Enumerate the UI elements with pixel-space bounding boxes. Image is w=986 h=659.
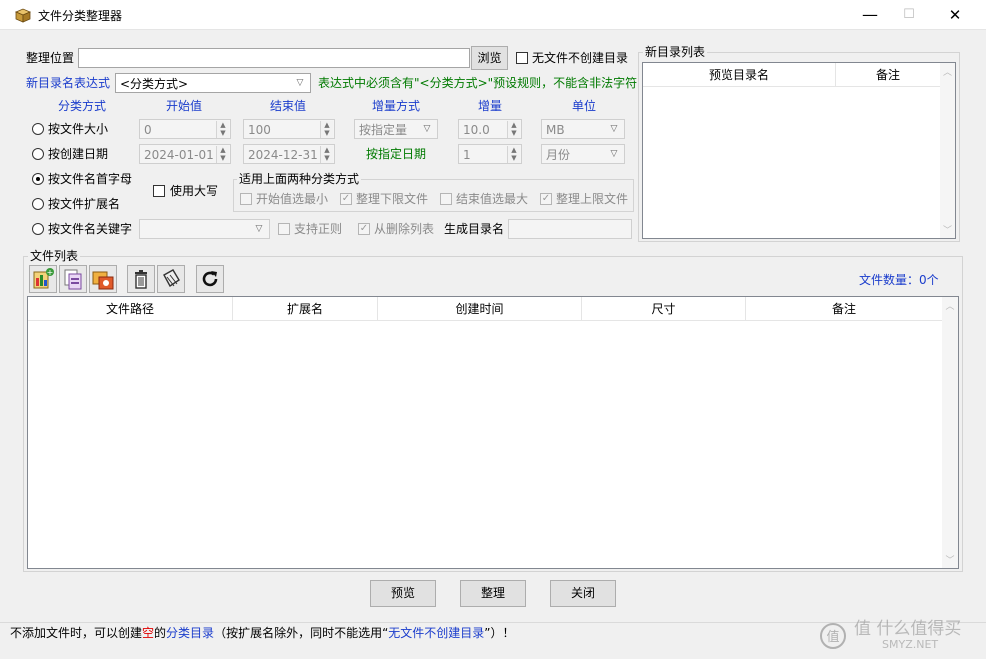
preview-button[interactable]: 预览 (370, 580, 436, 607)
size-unit-select[interactable]: MB ▽ (541, 119, 625, 139)
no-create-checkbox[interactable] (516, 52, 528, 64)
radio-size-label: 按文件大小 (48, 122, 109, 136)
new-dirs-list[interactable]: 预览目录名 备注 ︿ ﹀ (642, 62, 956, 239)
header-inc-mode: 增量方式 (372, 99, 421, 113)
start-min-checkbox[interactable] (240, 193, 252, 205)
size-inc-mode-select[interactable]: 按指定量 ▽ (354, 119, 438, 139)
keyword-select[interactable]: ▽ (139, 219, 270, 239)
file-list-header: 文件路径 扩展名 创建时间 尺寸 备注 (28, 297, 942, 321)
watermark-icon: 值 (820, 623, 846, 649)
delete-button[interactable] (127, 265, 155, 293)
radio-keyword-label: 按文件名关键字 (48, 222, 133, 236)
file-count: 文件数量：0个 (859, 273, 939, 287)
header-inc: 增量 (478, 99, 503, 113)
radio-initial[interactable] (32, 173, 44, 185)
close-button[interactable]: 关闭 (550, 580, 616, 607)
date-start-spin[interactable]: 2024-01-01 ▲ ▼ (139, 144, 231, 164)
header-start: 开始值 (166, 99, 203, 113)
lower-file-label: 整理下限文件 (356, 192, 429, 206)
maximize-button[interactable]: ☐ (886, 0, 932, 30)
size-start-spin[interactable]: 0 ▲ ▼ (139, 119, 231, 139)
header-end: 结束值 (270, 99, 307, 113)
expr-hint: 表达式中必须含有"<分类方式>"预设规则，不能含非法字符 (318, 76, 638, 90)
radio-ext[interactable] (32, 198, 44, 210)
clear-button[interactable] (157, 265, 185, 293)
add-folder-button[interactable] (59, 265, 87, 293)
close-window-button[interactable]: ✕ (932, 0, 978, 30)
applies-group-title: 适用上面两种分类方式 (237, 172, 362, 186)
app-icon (14, 8, 32, 23)
end-max-label: 结束值选最大 (456, 192, 529, 206)
new-dirs-title: 新目录列表 (643, 45, 708, 59)
radio-date-label: 按创建日期 (48, 147, 109, 161)
watermark-logo: 值 值 什么值得买 SMYZ.NET (818, 615, 978, 655)
remove-from-list-checkbox[interactable]: ✓ (358, 223, 370, 235)
date-end-spin[interactable]: 2024-12-31 ▲ ▼ (243, 144, 335, 164)
upper-file-checkbox[interactable]: ✓ (540, 193, 552, 205)
svg-text:值: 值 (826, 629, 839, 645)
import-icon (92, 271, 114, 290)
col-ext-header[interactable]: 扩展名 (233, 297, 378, 321)
refresh-icon (202, 271, 218, 287)
end-max-checkbox[interactable] (440, 193, 452, 205)
size-inc-spin[interactable]: 10.0 ▲ ▼ (458, 119, 522, 139)
date-unit-select[interactable]: 月份 ▽ (541, 144, 625, 164)
radio-ext-label: 按文件扩展名 (48, 197, 121, 211)
start-min-label: 开始值选最小 (256, 192, 329, 206)
new-dirs-scrollbar[interactable]: ︿ ﹀ (940, 63, 955, 238)
file-list-scrollbar[interactable]: ︿ ﹀ (942, 297, 958, 568)
radio-keyword[interactable] (32, 223, 44, 235)
col-preview-header[interactable]: 预览目录名 (643, 63, 836, 87)
chevron-down-icon: ▽ (296, 78, 304, 88)
expr-label: 新目录名表达式 (26, 76, 111, 90)
no-create-label: 无文件不创建目录 (532, 51, 629, 65)
upper-file-label: 整理上限文件 (556, 192, 629, 206)
radio-date[interactable] (32, 148, 44, 160)
col-size-header[interactable]: 尺寸 (582, 297, 746, 321)
location-label: 整理位置 (26, 51, 75, 65)
window-title: 文件分类整理器 (38, 9, 123, 23)
remove-from-list-label: 从删除列表 (374, 222, 435, 236)
expr-select[interactable]: <分类方式> ▽ (115, 73, 311, 93)
gen-dir-label: 生成目录名 (444, 222, 505, 236)
delete-icon (135, 270, 147, 289)
import-button[interactable] (89, 265, 117, 293)
date-inc-spin[interactable]: 1 ▲ ▼ (458, 144, 522, 164)
status-text: 不添加文件时，可以创建空的分类目录（按扩展名除外，同时不能选用“无文件不创建目录… (10, 626, 515, 640)
file-list[interactable]: 文件路径 扩展名 创建时间 尺寸 备注 ︿ ﹀ (27, 296, 959, 569)
browse-button[interactable]: 浏览 (471, 46, 508, 70)
regex-checkbox[interactable] (278, 223, 290, 235)
col-path-header[interactable]: 文件路径 (28, 297, 233, 321)
uppercase-label: 使用大写 (170, 184, 219, 198)
new-dirs-header: 预览目录名 备注 (643, 63, 940, 87)
add-folder-icon (64, 269, 82, 290)
lower-file-checkbox[interactable]: ✓ (340, 193, 352, 205)
gen-dir-input[interactable] (508, 219, 632, 239)
clear-icon (163, 269, 180, 288)
col-created-header[interactable]: 创建时间 (378, 297, 582, 321)
uppercase-checkbox[interactable] (153, 185, 165, 197)
organize-button[interactable]: 整理 (460, 580, 526, 607)
refresh-button[interactable] (196, 265, 224, 293)
watermark-sub: SMYZ.NET (882, 638, 939, 651)
svg-text:+: + (47, 268, 54, 277)
radio-size[interactable] (32, 123, 44, 135)
add-files-icon: + (33, 268, 54, 289)
regex-label: 支持正则 (294, 222, 343, 236)
col-note-header[interactable]: 备注 (746, 297, 942, 321)
date-inc-mode-label: 按指定日期 (366, 147, 427, 161)
add-files-button[interactable]: + (29, 265, 57, 293)
radio-initial-label: 按文件名首字母 (48, 172, 133, 186)
title-bar: 文件分类整理器 — ☐ ✕ (0, 0, 986, 30)
header-unit: 单位 (572, 99, 597, 113)
watermark-text: 值 什么值得买 (854, 619, 962, 639)
files-title: 文件列表 (28, 249, 81, 263)
header-mode: 分类方式 (58, 99, 107, 113)
status-bar: 不添加文件时，可以创建空的分类目录（按扩展名除外，同时不能选用“无文件不创建目录… (0, 619, 986, 659)
col-note-header[interactable]: 备注 (836, 63, 940, 87)
size-end-spin[interactable]: 100 ▲ ▼ (243, 119, 335, 139)
location-input[interactable] (78, 48, 470, 68)
